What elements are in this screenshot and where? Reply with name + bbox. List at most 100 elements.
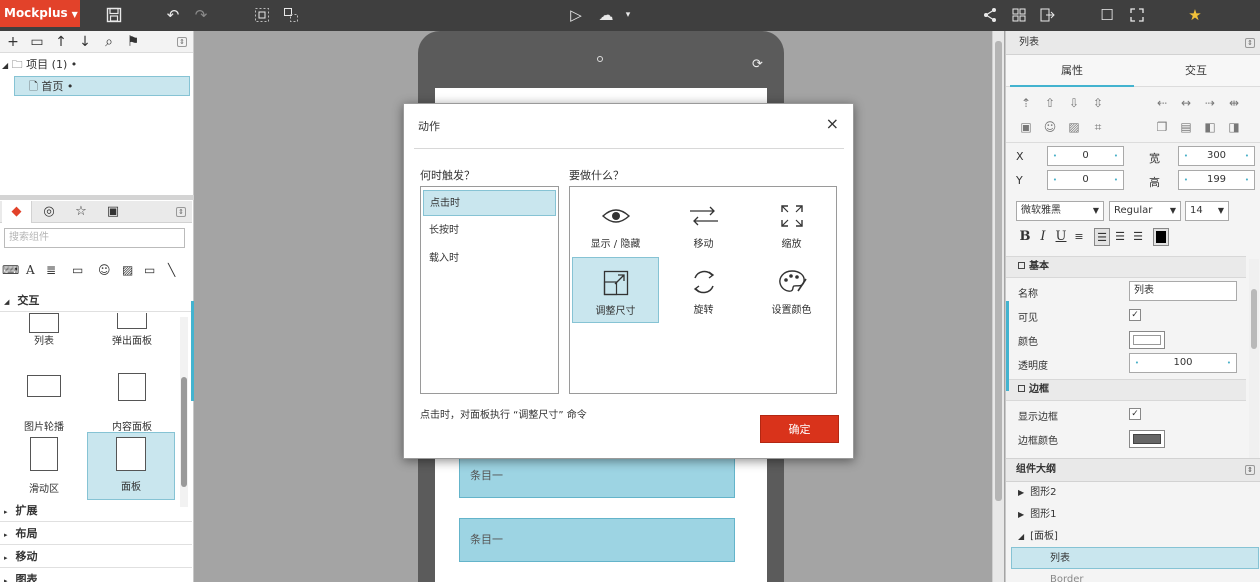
- outline-item[interactable]: ◢ [面板]: [1006, 526, 1260, 548]
- user-icon[interactable]: ☺: [1041, 118, 1059, 136]
- event-item[interactable]: 载入时: [423, 246, 556, 272]
- section-layout[interactable]: ▸ 布局: [0, 523, 192, 545]
- border-color-swatch[interactable]: [1129, 430, 1165, 448]
- fill-color-swatch[interactable]: [1129, 331, 1165, 349]
- widget-popup-panel[interactable]: 弹出面板: [88, 311, 176, 379]
- ok-button[interactable]: 确定: [760, 415, 839, 443]
- group-icon[interactable]: [251, 4, 273, 26]
- action-move[interactable]: 移动: [660, 191, 747, 257]
- collapse-icon[interactable]: ⇕: [177, 37, 187, 47]
- align-text-right-icon[interactable]: ☰: [1130, 228, 1146, 246]
- panel-divider[interactable]: [0, 195, 194, 200]
- align-text-center-icon[interactable]: ☰: [1112, 228, 1128, 246]
- widget-slide-area[interactable]: 滑动区: [0, 433, 88, 501]
- add-icon[interactable]: +: [4, 33, 22, 51]
- save-icon[interactable]: [104, 4, 124, 26]
- rotate-icon[interactable]: ⟳: [752, 58, 766, 72]
- undo-icon[interactable]: ↶: [162, 4, 184, 26]
- fullscreen-icon[interactable]: [1127, 4, 1147, 26]
- height-input[interactable]: • 199 •: [1178, 170, 1255, 190]
- section-chart[interactable]: ▸ 图表: [0, 569, 192, 582]
- component-search-input[interactable]: 搜索组件: [4, 228, 185, 248]
- crop-icon[interactable]: ⌗: [1089, 118, 1107, 136]
- section-interaction[interactable]: ◢ 交互: [0, 290, 192, 312]
- bring-front-icon[interactable]: ◧: [1201, 118, 1219, 136]
- x-input[interactable]: • 0 •: [1047, 146, 1124, 166]
- decrement-icon[interactable]: •: [1050, 147, 1060, 165]
- redo-icon[interactable]: ↷: [190, 4, 212, 26]
- action-set-color[interactable]: 设置颜色: [748, 257, 835, 323]
- tree-project[interactable]: ◢ 🗀 项目 (1) •: [2, 55, 77, 75]
- align-text-left-icon[interactable]: ☰: [1094, 228, 1110, 246]
- tab-interactions[interactable]: 交互: [1134, 55, 1258, 87]
- image-icon[interactable]: ▨: [1065, 118, 1083, 136]
- font-family-select[interactable]: 微软雅黑 ▼: [1016, 201, 1104, 221]
- visible-checkbox[interactable]: ✓: [1129, 309, 1141, 321]
- cloud-icon[interactable]: ☁: [595, 4, 617, 26]
- star-badge-icon[interactable]: ★: [1182, 4, 1208, 26]
- play-icon[interactable]: ▷: [566, 4, 586, 26]
- opacity-input[interactable]: • 100 •: [1129, 353, 1237, 373]
- chevron-down-icon[interactable]: ▾: [622, 4, 634, 26]
- image-icon[interactable]: ▨: [122, 259, 133, 281]
- arrow-down-icon[interactable]: ↓: [76, 33, 94, 51]
- italic-icon[interactable]: I: [1035, 228, 1051, 246]
- collapse-icon[interactable]: ⇕: [1245, 38, 1255, 48]
- show-border-checkbox[interactable]: ✓: [1129, 408, 1141, 420]
- paragraph-icon[interactable]: ≣: [46, 259, 56, 281]
- canvas-scrollbar[interactable]: [992, 31, 1004, 582]
- widget-panel[interactable]: 面板: [87, 432, 175, 500]
- output-icon[interactable]: [1037, 4, 1057, 26]
- align-right-icon[interactable]: ⇢: [1201, 94, 1219, 112]
- decrement-icon[interactable]: •: [1181, 147, 1191, 165]
- arrow-up-icon[interactable]: ↑: [52, 33, 70, 51]
- distribute-horizontal-icon[interactable]: ⇹: [1225, 94, 1243, 112]
- align-middle-icon[interactable]: ⇧: [1041, 94, 1059, 112]
- rectangle-icon[interactable]: ▭: [72, 259, 83, 281]
- underline-icon[interactable]: U: [1053, 228, 1069, 246]
- flag-icon[interactable]: ⚑: [124, 33, 142, 51]
- copy-icon[interactable]: ❐: [1153, 118, 1171, 136]
- distribute-icon[interactable]: ⇳: [1089, 94, 1107, 112]
- text-color-swatch[interactable]: [1153, 228, 1169, 246]
- component-scrollbar[interactable]: [180, 317, 188, 507]
- section-border[interactable]: 边框: [1006, 379, 1246, 401]
- tab-masters[interactable]: ▣: [98, 201, 128, 223]
- increment-icon[interactable]: •: [1224, 354, 1234, 372]
- action-resize[interactable]: 调整尺寸: [572, 257, 659, 323]
- export-icon[interactable]: [1009, 4, 1029, 26]
- search-icon[interactable]: ⌕: [100, 33, 118, 51]
- button-icon[interactable]: ▭: [144, 259, 155, 281]
- event-item[interactable]: 长按时: [423, 218, 556, 244]
- tab-icons[interactable]: ◎: [34, 201, 64, 223]
- widget-content-panel[interactable]: 内容面板: [88, 371, 176, 439]
- section-mobile[interactable]: ▸ 移动: [0, 546, 192, 568]
- send-back-icon[interactable]: ◨: [1225, 118, 1243, 136]
- name-input[interactable]: 列表: [1129, 281, 1237, 301]
- tab-properties[interactable]: 属性: [1010, 55, 1134, 87]
- text-icon[interactable]: A: [26, 259, 35, 281]
- decrement-icon[interactable]: •: [1181, 171, 1191, 189]
- scroll-thumb[interactable]: [1251, 289, 1257, 349]
- ungroup-icon[interactable]: [280, 4, 302, 26]
- list-item[interactable]: 条目一: [459, 454, 735, 498]
- y-input[interactable]: • 0 •: [1047, 170, 1124, 190]
- collapse-icon[interactable]: ⇕: [1245, 465, 1255, 475]
- outline-item-selected[interactable]: 列表: [1011, 547, 1259, 569]
- lock-icon[interactable]: ▣: [1017, 118, 1035, 136]
- section-basic[interactable]: 基本: [1006, 256, 1246, 278]
- outline-item[interactable]: Border: [1006, 569, 1260, 582]
- window-icon[interactable]: ☐: [1097, 4, 1117, 26]
- outline-item[interactable]: ▶ 图形2: [1006, 482, 1260, 504]
- action-rotate[interactable]: 旋转: [660, 257, 747, 323]
- align-bottom-icon[interactable]: ⇩: [1065, 94, 1083, 112]
- increment-icon[interactable]: •: [1111, 147, 1121, 165]
- close-icon[interactable]: ×: [826, 116, 839, 132]
- collapse-icon[interactable]: ⇕: [176, 207, 186, 217]
- widget-list[interactable]: 列表: [0, 311, 88, 379]
- tab-favorites[interactable]: ☆: [66, 201, 96, 223]
- bold-icon[interactable]: B: [1017, 228, 1033, 246]
- inspector-scrollbar[interactable]: [1249, 259, 1259, 459]
- action-scale[interactable]: 缩放: [748, 191, 835, 257]
- widget-carousel[interactable]: 图片轮播: [0, 371, 88, 439]
